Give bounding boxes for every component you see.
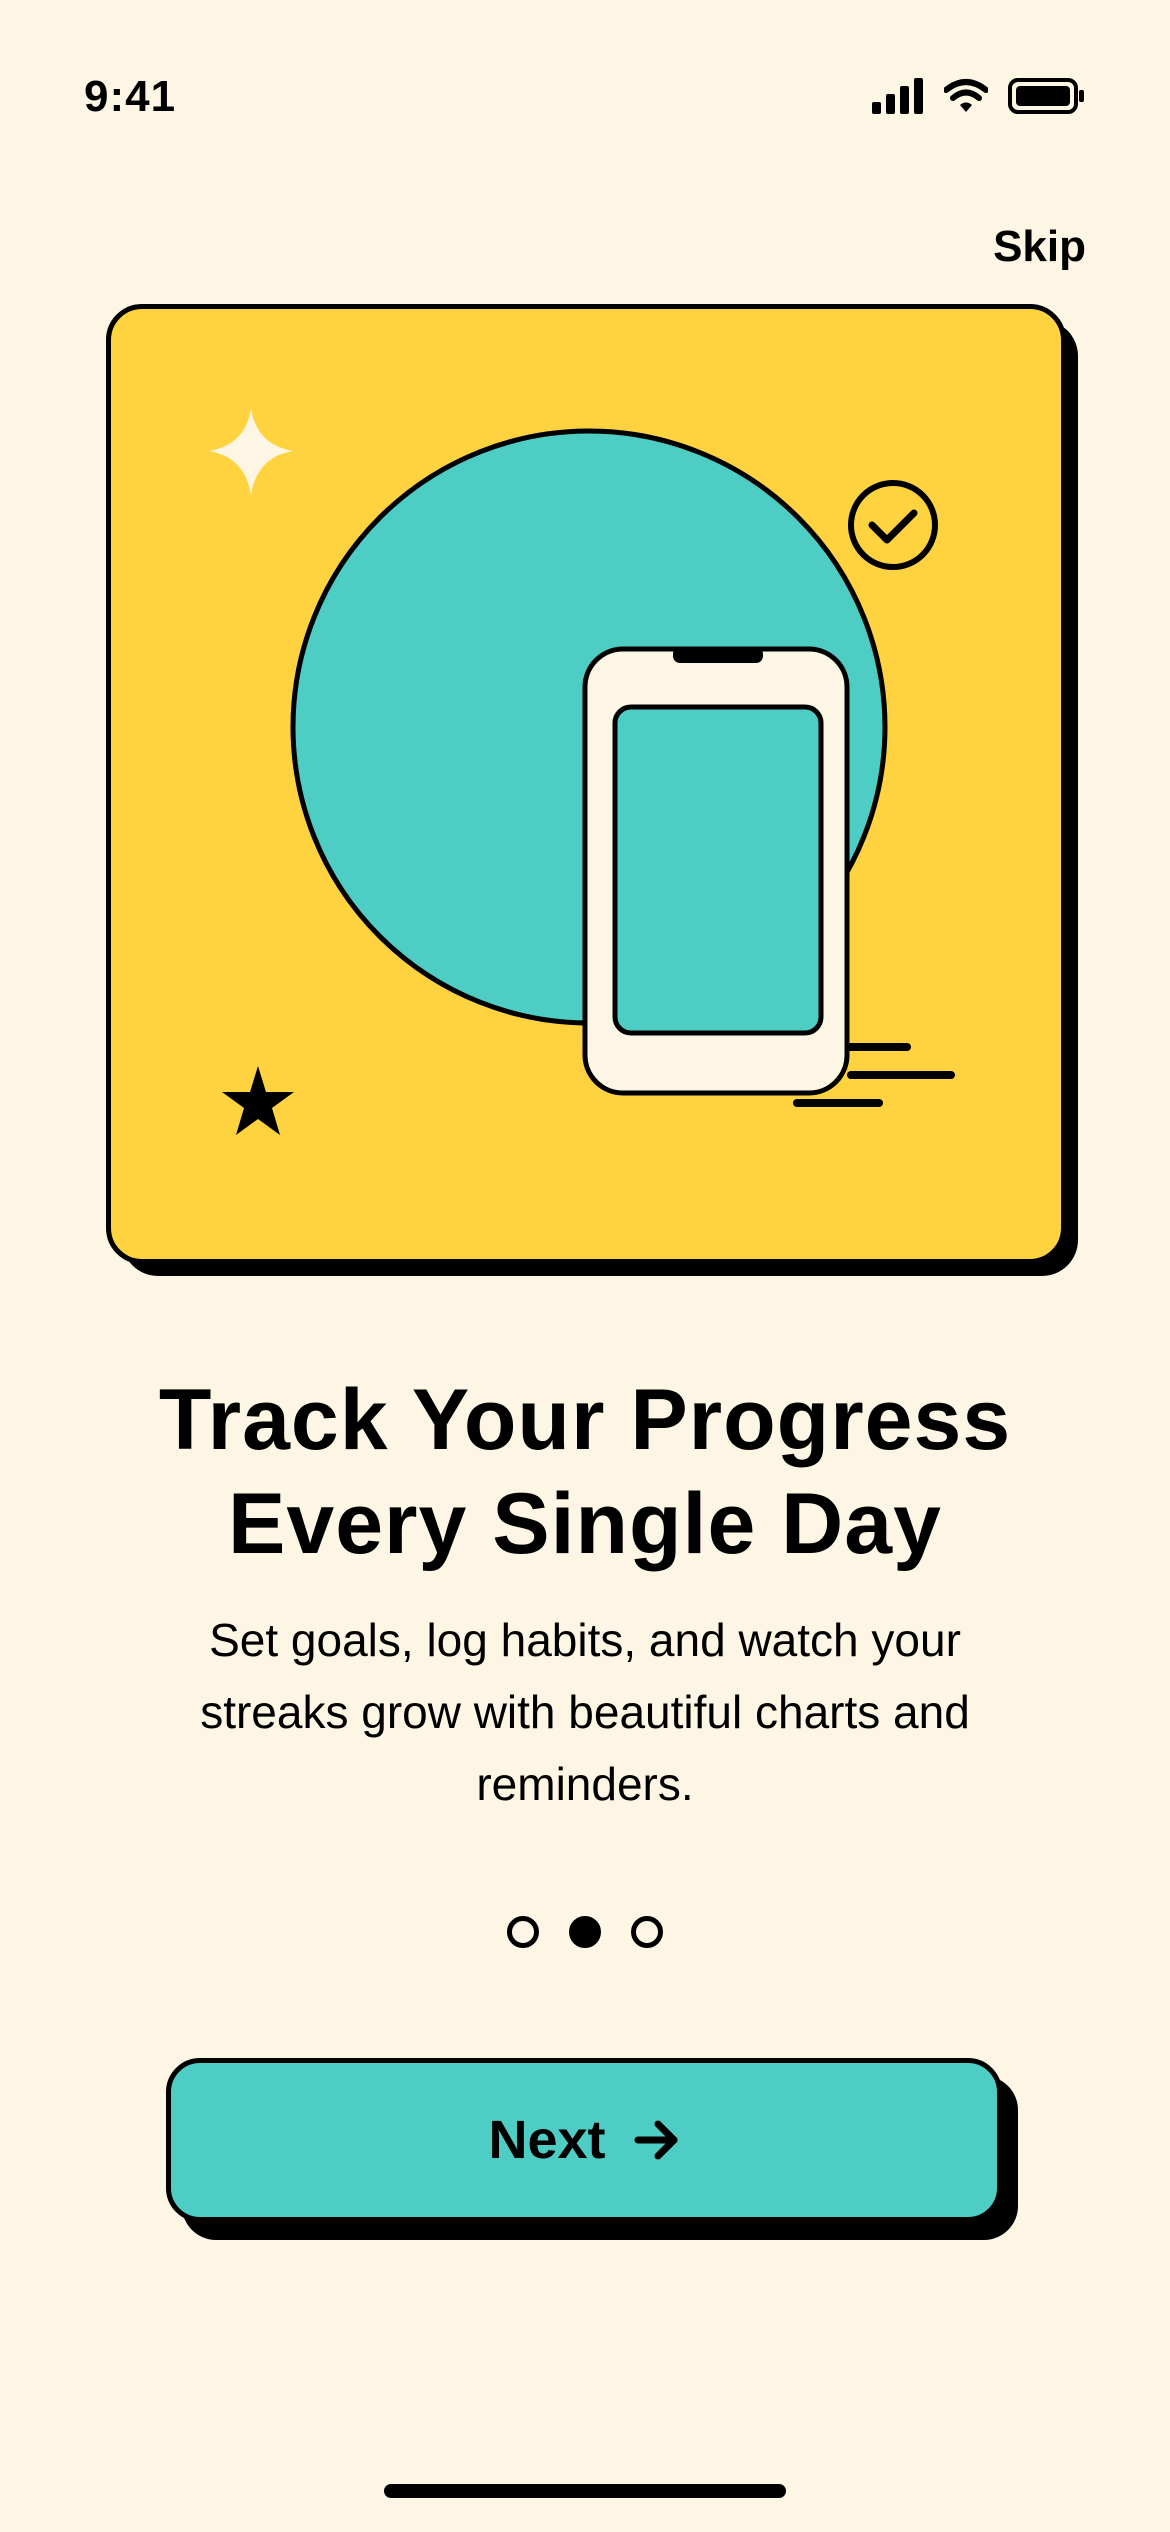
- phone-icon: [582, 646, 850, 1096]
- hero-illustration: [209, 409, 955, 1135]
- page-indicator: [0, 1916, 1170, 1948]
- next-button-label: Next: [488, 2110, 606, 2170]
- battery-icon: [1008, 78, 1084, 114]
- page-dot-1[interactable]: [507, 1916, 539, 1948]
- wifi-icon: [944, 79, 988, 112]
- skip-button[interactable]: Skip: [993, 222, 1086, 272]
- page-dot-3[interactable]: [631, 1916, 663, 1948]
- onboarding-title: Track Your Progress Every Single Day: [60, 1368, 1110, 1576]
- status-time: 9:41: [84, 72, 177, 121]
- title-line-2: Every Single Day: [228, 1476, 942, 1572]
- cellular-signal-icon: [872, 78, 923, 114]
- checkmark-circle-icon: [848, 480, 938, 570]
- page-dot-2-active[interactable]: [569, 1916, 601, 1948]
- hero-illustration-card: [106, 304, 1066, 1264]
- title-line-1: Track Your Progress: [158, 1372, 1012, 1468]
- star-icon: [222, 1066, 294, 1135]
- home-indicator[interactable]: [384, 2484, 786, 2498]
- next-button[interactable]: Next: [166, 2058, 1002, 2222]
- sparkle-icon: [209, 409, 293, 495]
- arrow-right-icon: [634, 2120, 678, 2160]
- onboarding-description: Set goals, log habits, and watch your st…: [200, 1614, 970, 1810]
- status-icons: [872, 78, 1086, 114]
- status-bar: 9:41: [0, 0, 1170, 200]
